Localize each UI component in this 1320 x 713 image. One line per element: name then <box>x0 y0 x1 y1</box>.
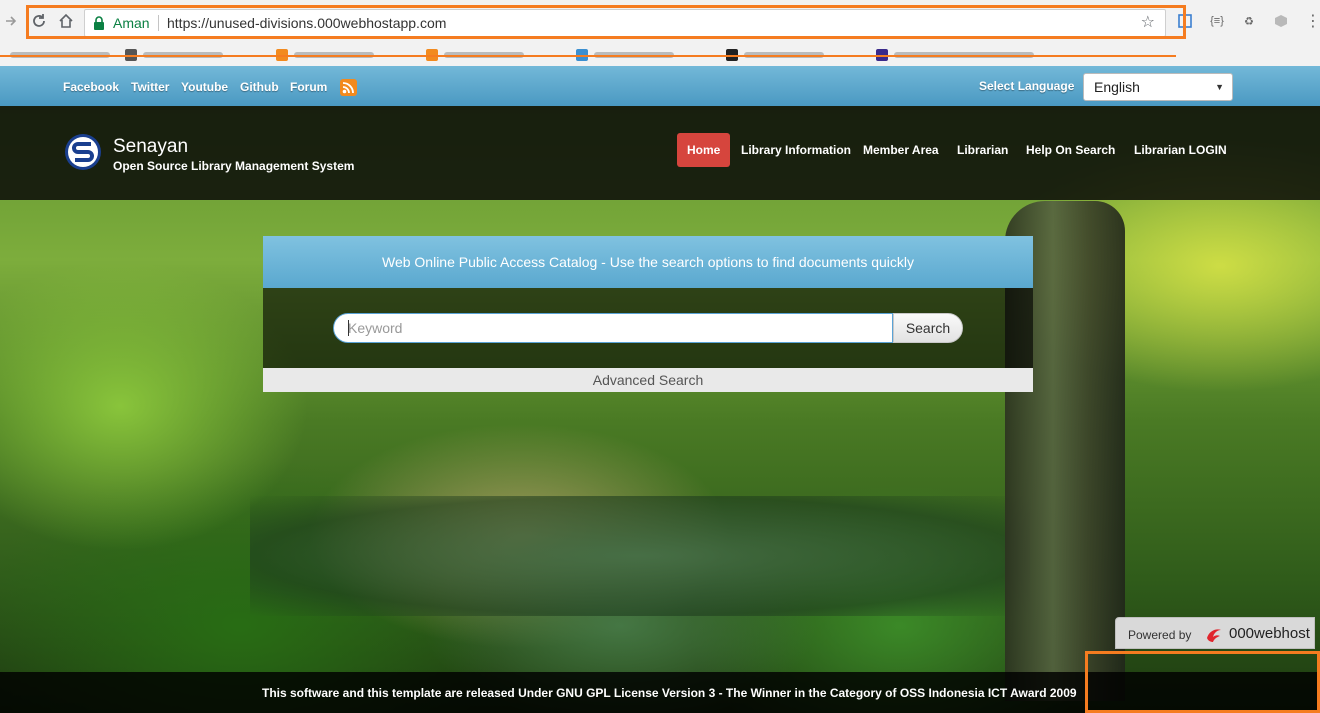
json-extension-icon[interactable]: {≡} <box>1208 12 1226 30</box>
bookmark-item[interactable] <box>10 47 110 63</box>
home-icon[interactable] <box>55 10 77 32</box>
site-header: Senayan Open Source Library Management S… <box>0 106 1320 200</box>
site-subtitle: Open Source Library Management System <box>113 159 355 173</box>
social-topbar: Facebook Twitter Youtube Github Forum Se… <box>0 66 1320 106</box>
bookmark-item[interactable] <box>576 47 674 63</box>
youtube-link[interactable]: Youtube <box>181 80 228 94</box>
bookmark-item[interactable] <box>276 47 374 63</box>
bookmark-item[interactable] <box>125 47 223 63</box>
extension-square-icon[interactable] <box>1176 12 1194 30</box>
nav-library-information[interactable]: Library Information <box>731 133 861 167</box>
omnibox-divider <box>158 15 159 31</box>
facebook-link[interactable]: Facebook <box>63 80 119 94</box>
reload-icon[interactable] <box>28 10 50 32</box>
bookmark-item[interactable] <box>426 47 524 63</box>
rss-icon[interactable] <box>340 79 357 96</box>
bookmark-favicon-icon <box>576 49 588 61</box>
url-text[interactable]: https://unused-divisions.000webhostapp.c… <box>167 10 446 36</box>
powered-by-badge[interactable]: Powered by 000webhost <box>1115 617 1315 649</box>
recycle-icon[interactable]: ♻ <box>1240 12 1258 30</box>
twitter-link[interactable]: Twitter <box>131 80 169 94</box>
search-panel-title: Web Online Public Access Catalog - Use t… <box>263 236 1033 288</box>
advanced-search-link[interactable]: Advanced Search <box>263 368 1033 392</box>
search-panel: Web Online Public Access Catalog - Use t… <box>263 236 1033 392</box>
keyword-search-input[interactable]: Keyword <box>333 313 893 343</box>
footer-license-text: This software and this template are rele… <box>262 686 1077 700</box>
dropdown-caret-icon: ▼ <box>1215 82 1224 92</box>
search-button[interactable]: Search <box>893 313 963 343</box>
menu-dots-icon[interactable]: ⋮ <box>1304 12 1320 30</box>
bookmark-favicon-icon <box>276 49 288 61</box>
lock-icon <box>94 16 104 30</box>
keyword-placeholder: Keyword <box>348 320 403 336</box>
bookmark-item[interactable] <box>876 47 1034 63</box>
nav-librarian-login[interactable]: Librarian LOGIN <box>1124 133 1237 167</box>
host-name: 000webhost <box>1229 625 1310 642</box>
search-panel-body: Keyword Search <box>263 288 1033 368</box>
address-bar[interactable]: Aman https://unused-divisions.000webhost… <box>84 9 1166 37</box>
bookmark-favicon-icon <box>726 49 738 61</box>
000webhost-logo-icon <box>1207 629 1221 642</box>
language-value: English <box>1094 79 1140 95</box>
senayan-logo[interactable] <box>64 133 102 171</box>
site-footer: This software and this template are rele… <box>0 672 1320 713</box>
language-label: Select Language <box>979 79 1075 93</box>
secure-label: Aman <box>113 15 150 31</box>
powered-by-label: Powered by <box>1128 628 1192 642</box>
bookmarks-bar <box>0 44 1320 66</box>
forward-icon[interactable] <box>0 10 22 32</box>
nav-librarian[interactable]: Librarian <box>947 133 1018 167</box>
nav-home[interactable]: Home <box>677 133 731 167</box>
nav-member-area[interactable]: Member Area <box>853 133 949 167</box>
bookmark-star-icon[interactable]: ☆ <box>1141 10 1155 36</box>
nav-help-on-search[interactable]: Help On Search <box>1016 133 1125 167</box>
browser-toolbar: Aman https://unused-divisions.000webhost… <box>0 0 1320 45</box>
site-title[interactable]: Senayan <box>113 136 188 158</box>
language-select[interactable]: English ▼ <box>1083 73 1233 101</box>
github-link[interactable]: Github <box>240 80 279 94</box>
bookmark-favicon-icon <box>876 49 888 61</box>
bookmark-favicon-icon <box>125 49 137 61</box>
bookmark-favicon-icon <box>426 49 438 61</box>
page-background: Facebook Twitter Youtube Github Forum Se… <box>0 66 1320 713</box>
bookmark-item[interactable] <box>726 47 824 63</box>
cube-extension-icon[interactable] <box>1272 12 1290 30</box>
forum-link[interactable]: Forum <box>290 80 327 94</box>
text-caret <box>348 320 349 336</box>
river-scene <box>250 496 1030 616</box>
